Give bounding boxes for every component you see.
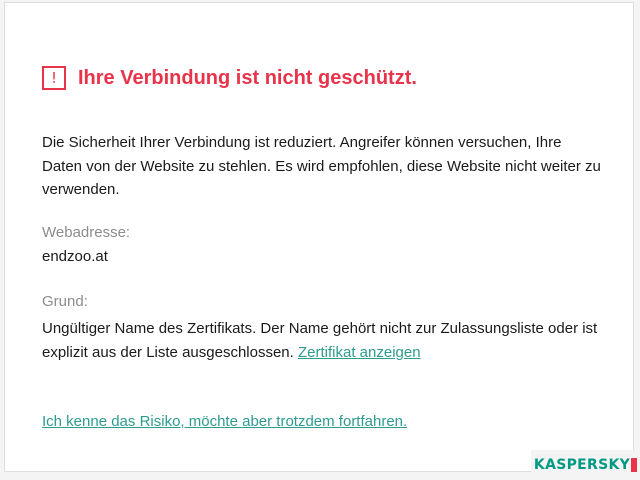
kaspersky-logo: KASPERSKY <box>531 450 640 480</box>
show-certificate-link[interactable]: Zertifikat anzeigen <box>298 344 421 361</box>
warning-header: ! Ihre Verbindung ist nicht geschützt. <box>42 66 417 90</box>
page-title: Ihre Verbindung ist nicht geschützt. <box>78 66 417 89</box>
web-address-label: Webadresse: <box>42 224 131 241</box>
warning-description: Die Sicherheit Ihrer Verbindung ist redu… <box>42 134 601 198</box>
web-address-value: endzoo.at <box>42 248 108 265</box>
reason-label: Grund: <box>42 293 88 310</box>
proceed-anyway: Ich kenne das Risiko, möchte aber trotzd… <box>42 413 407 430</box>
proceed-anyway-link[interactable]: Ich kenne das Risiko, möchte aber trotzd… <box>42 413 407 430</box>
brand-name: KASPERSKY <box>533 457 631 473</box>
warning-exclamation-icon: ! <box>42 66 66 90</box>
reason-text: Ungültiger Name des Zertifikats. Der Nam… <box>42 317 602 365</box>
brand-mark-icon <box>631 458 638 472</box>
